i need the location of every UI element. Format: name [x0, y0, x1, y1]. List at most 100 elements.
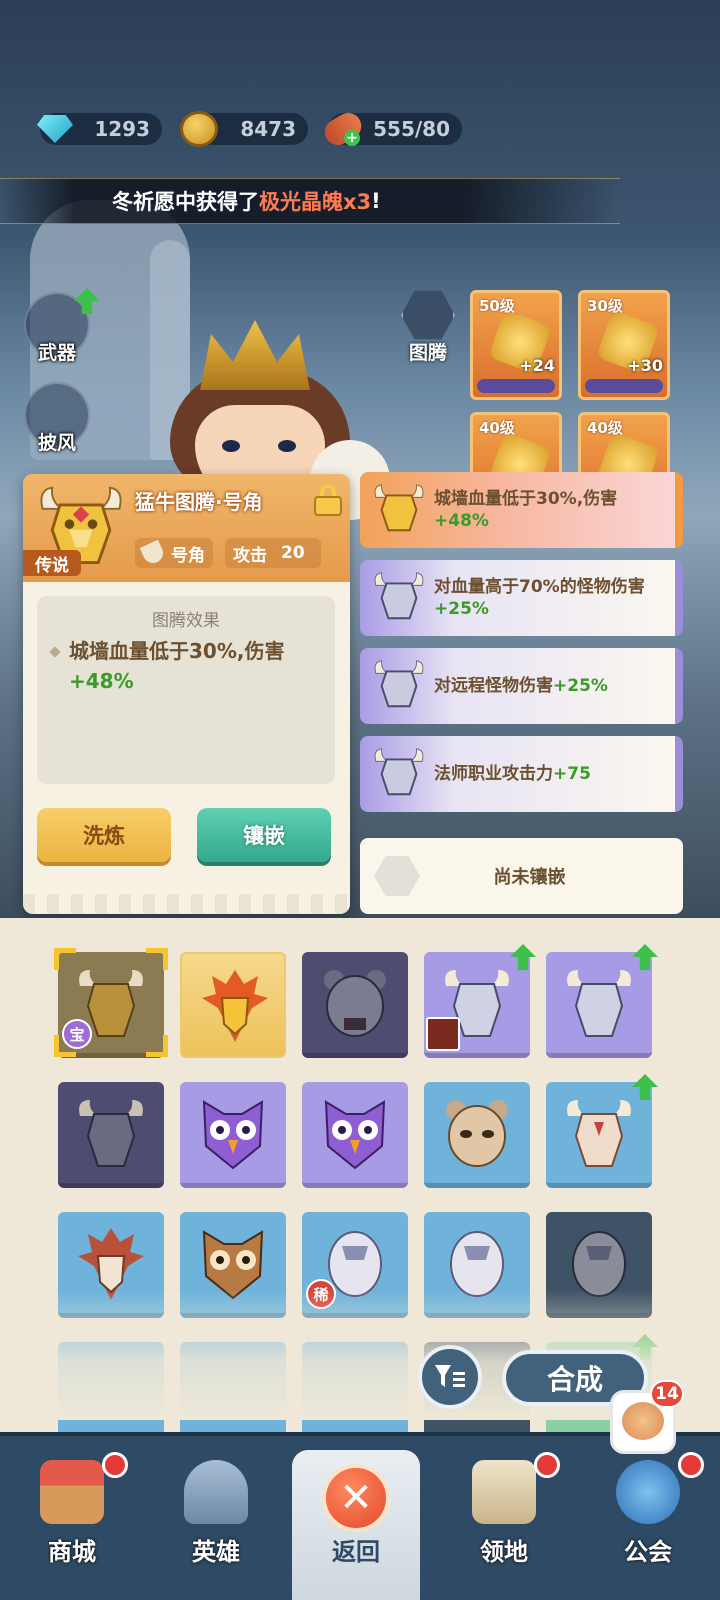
tab-back[interactable]: ✕ 返回: [292, 1450, 420, 1600]
tab-shop[interactable]: 商城: [0, 1436, 144, 1600]
tab-label: 领地: [480, 1538, 528, 1566]
tab-label: 英雄: [192, 1538, 240, 1566]
inlay-slot[interactable]: 城墙血量低于30%,伤害+48%: [360, 472, 683, 548]
meat-icon: +: [320, 108, 366, 150]
totem-slot-label: 图腾: [408, 342, 447, 364]
coin-counter[interactable]: 8473: [180, 111, 308, 147]
coin-icon: [178, 108, 220, 150]
shop-icon: [40, 1460, 104, 1524]
totem-title: 猛牛图腾·号角: [135, 490, 263, 514]
attack-value: 20: [281, 543, 305, 563]
type-label: 号角: [171, 545, 205, 566]
inventory-item[interactable]: [424, 944, 536, 1058]
close-icon: ✕: [322, 1464, 390, 1532]
rarity-tag: 传说: [23, 550, 81, 576]
banner-suffix: !: [371, 189, 381, 213]
lock-icon[interactable]: [314, 484, 342, 516]
bull-totem-silver-icon: [374, 660, 424, 708]
inventory-item[interactable]: 宝: [54, 948, 168, 1058]
gem-counter[interactable]: 1293: [37, 113, 162, 145]
inventory-item[interactable]: [180, 952, 286, 1058]
selection-corner: [146, 948, 168, 970]
card-edge-decoration: [23, 894, 350, 914]
banner-highlight: 极光晶魄x3: [259, 190, 372, 214]
inventory-item[interactable]: [546, 944, 658, 1058]
effect-box: 图腾效果 城墙血量低于30%,伤害+48%: [37, 596, 335, 784]
weapon-button[interactable]: 武器: [22, 288, 100, 372]
equipment-slot[interactable]: 30级 +30: [578, 290, 670, 400]
empty-inlay-slot[interactable]: 尚未镶嵌: [360, 838, 683, 914]
plus-icon: +: [344, 130, 360, 146]
selection-corner: [54, 1035, 76, 1057]
tab-territory[interactable]: 领地: [432, 1436, 576, 1600]
cape-label: 披风: [37, 432, 76, 454]
bull-totem-silver-icon: [374, 572, 424, 620]
inlay-slot[interactable]: 法师职业攻击力+75: [360, 736, 683, 812]
gem-count: 1293: [94, 117, 150, 141]
owl-mask-icon: [324, 1100, 386, 1170]
bull-mask-silver-icon: [567, 970, 631, 1037]
bear-skull-icon: [446, 1100, 508, 1167]
inventory-item[interactable]: [302, 952, 408, 1058]
inlay-slot-text: 城墙血量低于30%,伤害+48%: [434, 489, 618, 531]
phoenix-mask-icon: [202, 970, 268, 1042]
bull-mask-dark-icon: [79, 1100, 143, 1167]
attack-label: 攻击: [233, 545, 267, 566]
inventory-item[interactable]: [58, 1082, 164, 1188]
refine-button[interactable]: 洗炼: [37, 808, 171, 862]
inlay-slot[interactable]: 对远程怪物伤害+25%: [360, 648, 683, 724]
type-pill: 号角: [135, 538, 213, 568]
notification-count: 14: [650, 1380, 684, 1408]
notification-dot: [678, 1452, 704, 1478]
equipment-slot[interactable]: 50级 +24: [470, 290, 562, 400]
notification-dot: [102, 1452, 128, 1478]
stamina-count: 555/80: [373, 117, 450, 141]
selection-corner: [54, 948, 76, 970]
notification-dot: [534, 1452, 560, 1478]
tab-label: 公会: [624, 1538, 672, 1566]
castle-icon: [472, 1460, 536, 1524]
totem-hex-icon: [401, 290, 455, 340]
inventory-item[interactable]: [302, 1082, 408, 1188]
announcement-banner: 冬祈愿中获得了 极光晶魄x3 !: [0, 178, 620, 224]
filter-button[interactable]: [418, 1345, 482, 1409]
helmet-icon: [184, 1460, 248, 1524]
horn-icon: [139, 539, 167, 567]
inventory-item[interactable]: [180, 1082, 286, 1188]
owl-mask-icon: [202, 1100, 264, 1170]
equipment-bonus: +30: [627, 356, 663, 375]
tab-heroes[interactable]: 英雄: [144, 1436, 288, 1600]
star-slots: [585, 379, 663, 393]
bull-totem-icon: [374, 484, 424, 532]
cape-button[interactable]: 披风: [22, 382, 92, 462]
star-slots: [477, 379, 555, 393]
empty-hex-icon: [374, 856, 420, 896]
crown-icon: [200, 320, 310, 390]
inlay-button[interactable]: 镶嵌: [197, 808, 331, 862]
guild-notification[interactable]: 14: [610, 1380, 684, 1464]
inventory-item[interactable]: [424, 1082, 530, 1188]
gem-icon: [34, 108, 76, 150]
stamina-counter[interactable]: + 555/80: [320, 108, 462, 150]
inlay-slot-text: 对血量高于70%的怪物伤害+25%: [434, 577, 645, 619]
equipment-bonus: +24: [519, 356, 555, 375]
weapon-label: 武器: [37, 342, 76, 364]
tab-label: 商城: [48, 1538, 96, 1566]
tab-label: 返回: [332, 1538, 380, 1566]
bullet-icon: [49, 646, 61, 658]
selection-corner: [146, 1035, 168, 1057]
inlay-slot-text: 法师职业攻击力+75: [434, 764, 591, 784]
banner-text: 冬祈愿中获得了: [112, 190, 259, 214]
inventory-item[interactable]: [546, 1074, 658, 1188]
bear-mask-icon: [324, 970, 386, 1037]
bull-totem-silver-icon: [374, 748, 424, 796]
filter-icon: [435, 1365, 465, 1387]
inlay-slot-text: 对远程怪物伤害+25%: [434, 676, 608, 696]
inlay-slot[interactable]: 对血量高于70%的怪物伤害+25%: [360, 560, 683, 636]
totem-slot-button[interactable]: 图腾: [398, 288, 458, 364]
effect-text: 城墙血量低于30%,伤害+48%: [69, 639, 285, 693]
attack-pill: 攻击 20: [225, 538, 321, 568]
totem-detail-card: 猛牛图腾·号角 传说 号角 攻击 20 图腾效果 城墙血量低于30%,伤害+48…: [23, 474, 350, 914]
effect-title: 图腾效果: [152, 611, 220, 631]
coin-count: 8473: [240, 117, 296, 141]
